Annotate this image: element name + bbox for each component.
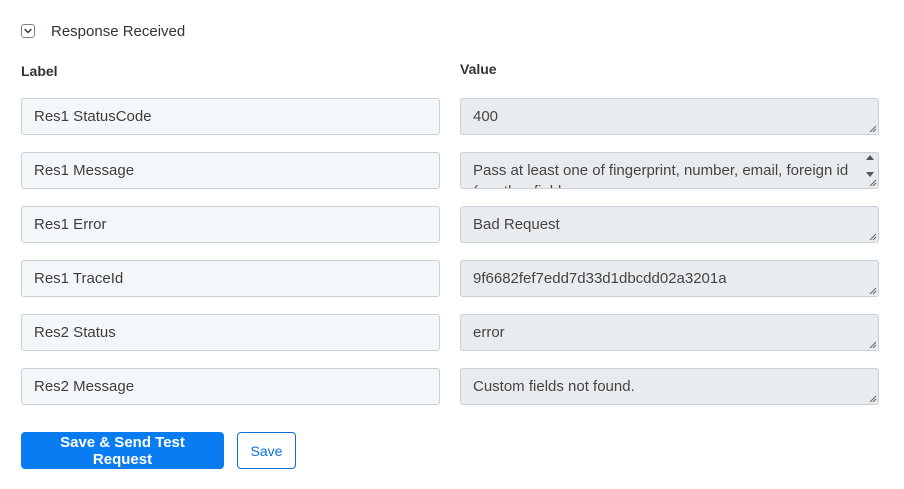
section-title: Response Received	[51, 22, 186, 40]
label-field[interactable]: Res1 TraceId	[21, 260, 440, 297]
save-button[interactable]: Save	[237, 432, 296, 469]
response-fields: Res1 StatusCode 400 Res1 Message Pass at…	[21, 98, 879, 422]
value-field[interactable]: Custom fields not found.	[460, 368, 879, 405]
value-text: 400	[473, 108, 499, 125]
value-text: 9f6682fef7edd7d33d1dbcdd02a3201a	[473, 270, 727, 287]
field-row: Res1 TraceId 9f6682fef7edd7d33d1dbcdd02a…	[21, 260, 879, 297]
value-text: Bad Request	[473, 216, 560, 233]
field-row: Res1 StatusCode 400	[21, 98, 879, 135]
resize-grip-icon[interactable]	[868, 394, 877, 403]
label-field[interactable]: Res2 Status	[21, 314, 440, 351]
value-text: Custom fields not found.	[473, 378, 635, 395]
field-row: Res1 Message Pass at least one of finger…	[21, 152, 879, 189]
value-field[interactable]: 9f6682fef7edd7d33d1dbcdd02a3201a	[460, 260, 879, 297]
value-field[interactable]: error	[460, 314, 879, 351]
label-field[interactable]: Res2 Message	[21, 368, 440, 405]
resize-grip-icon[interactable]	[868, 178, 877, 187]
label-field[interactable]: Res1 Message	[21, 152, 440, 189]
value-field[interactable]: 400	[460, 98, 879, 135]
value-text: error	[473, 324, 505, 341]
label-field[interactable]: Res1 StatusCode	[21, 98, 440, 135]
value-text: Pass at least one of fingerprint, number…	[473, 162, 849, 188]
value-field[interactable]: Pass at least one of fingerprint, number…	[460, 152, 879, 189]
field-row: Res2 Status error	[21, 314, 879, 351]
collapse-toggle[interactable]	[21, 24, 35, 38]
chevron-down-icon	[24, 28, 32, 34]
field-row: Res1 Error Bad Request	[21, 206, 879, 243]
resize-grip-icon[interactable]	[868, 124, 877, 133]
resize-grip-icon[interactable]	[868, 232, 877, 241]
action-buttons: Save & Send Test Request Save	[21, 432, 296, 469]
resize-grip-icon[interactable]	[868, 340, 877, 349]
scroll-up-icon[interactable]	[866, 155, 874, 160]
save-and-send-test-request-button[interactable]: Save & Send Test Request	[21, 432, 224, 469]
section-header[interactable]: Response Received	[21, 21, 185, 41]
field-row: Res2 Message Custom fields not found.	[21, 368, 879, 405]
value-column-header: Value	[460, 61, 497, 77]
label-field[interactable]: Res1 Error	[21, 206, 440, 243]
value-field[interactable]: Bad Request	[460, 206, 879, 243]
scrollbar[interactable]	[863, 155, 877, 177]
resize-grip-icon[interactable]	[868, 286, 877, 295]
label-column-header: Label	[21, 63, 58, 79]
scroll-down-icon[interactable]	[866, 172, 874, 177]
